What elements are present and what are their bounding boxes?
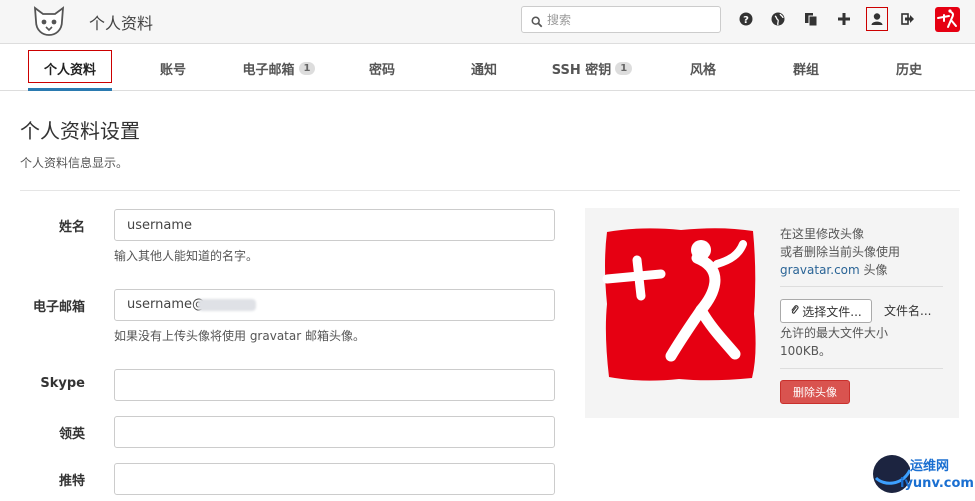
file-name-label: 文件名... [884,304,932,318]
globe-icon[interactable] [767,8,789,30]
redacted-domain [198,299,256,311]
plus-icon[interactable] [833,8,855,30]
name-label: 姓名 [58,220,85,235]
choose-file-label: 选择文件... [802,304,862,319]
email-help: 如果没有上传头像将使用 gravatar 邮箱头像。 [114,329,365,343]
active-tab-highlight [28,50,112,83]
sign-out-icon[interactable] [897,8,919,30]
name-field[interactable] [114,209,555,241]
search-icon [531,13,545,28]
tab-notifications[interactable]: 通知 [444,45,524,91]
page-subtitle: 个人资料信息显示。 [20,156,129,170]
tab-label: 账号 [159,62,186,78]
panel-divider [780,286,943,287]
gitlab-logo-icon[interactable] [31,5,67,37]
email-value: username@ [127,297,205,312]
copy-icon[interactable] [800,8,822,30]
twitter-label: 推特 [58,474,85,489]
page-title: 个人资料设置 [20,119,140,143]
name-help: 输入其他人能知道的名字。 [114,249,259,263]
panel-divider [780,368,943,369]
avatar-help-line2: 或者删除当前头像使用 [780,245,901,259]
watermark-line2: iyunv.com [900,476,974,491]
tab-label: 通知 [470,62,497,78]
search-input[interactable] [547,10,715,29]
watermark: 运维网 iyunv.com [870,452,974,497]
email-label: 电子邮箱 [32,300,85,315]
twitter-field[interactable] [114,463,555,495]
email-field[interactable]: username@ [114,289,555,321]
tab-ssh-keys[interactable]: SSH 密钥 1 [542,45,642,91]
divider [20,190,960,191]
tab-emails[interactable]: 电子邮箱 1 [229,45,329,91]
tab-label: 电子邮箱 [242,62,295,78]
watermark-line1: 运维网 [910,459,950,474]
tab-account[interactable]: 账号 [133,45,213,91]
tab-groups[interactable]: 群组 [766,45,846,91]
tab-label: 历史 [895,62,922,78]
linkedin-field[interactable] [114,416,555,448]
settings-tabs: 个人资料 账号 电子邮箱 1 密码 通知 SSH 密钥 1 风格 群组 历史 [0,45,975,91]
tab-design[interactable]: 风格 [663,45,743,91]
help-icon[interactable]: ? [735,8,757,30]
avatar-help-line1: 在这里修改头像 [780,227,865,241]
app-title: 个人资料 [89,14,154,33]
tab-label: 密码 [368,62,395,78]
top-bar: 个人资料 ? [0,0,975,44]
skype-label: Skype [40,376,85,391]
tab-label: 群组 [792,62,819,78]
tab-label: 风格 [689,62,716,78]
avatar-panel: 在这里修改头像 或者删除当前头像使用 gravatar.com 头像 选择文件.… [585,208,959,418]
user-icon[interactable] [866,7,888,31]
gravatar-suffix: 头像 [859,263,888,277]
tab-label: SSH 密钥 [551,62,612,78]
active-tab-underline [28,88,112,91]
tab-history[interactable]: 历史 [869,45,949,91]
gravatar-link[interactable]: gravatar.com [780,263,860,277]
count-badge: 1 [615,61,633,75]
count-badge: 1 [298,61,316,75]
choose-file-button[interactable]: 选择文件... [780,299,872,323]
linkedin-label: 领英 [58,427,85,442]
avatar-help-line3: gravatar.com 头像 [780,261,888,278]
search-box[interactable] [521,6,721,33]
tab-profile[interactable]: 个人资料 [28,45,112,91]
svg-text:?: ? [743,15,749,26]
tab-password[interactable]: 密码 [342,45,422,91]
user-avatar[interactable] [935,7,960,32]
delete-avatar-button[interactable]: 删除头像 [780,380,850,404]
avatar-image [601,224,759,384]
skype-field[interactable] [114,369,555,401]
paperclip-icon [790,304,799,318]
size-note-line2: 100KB。 [780,344,832,358]
size-note-line1: 允许的最大文件大小 [780,326,889,340]
